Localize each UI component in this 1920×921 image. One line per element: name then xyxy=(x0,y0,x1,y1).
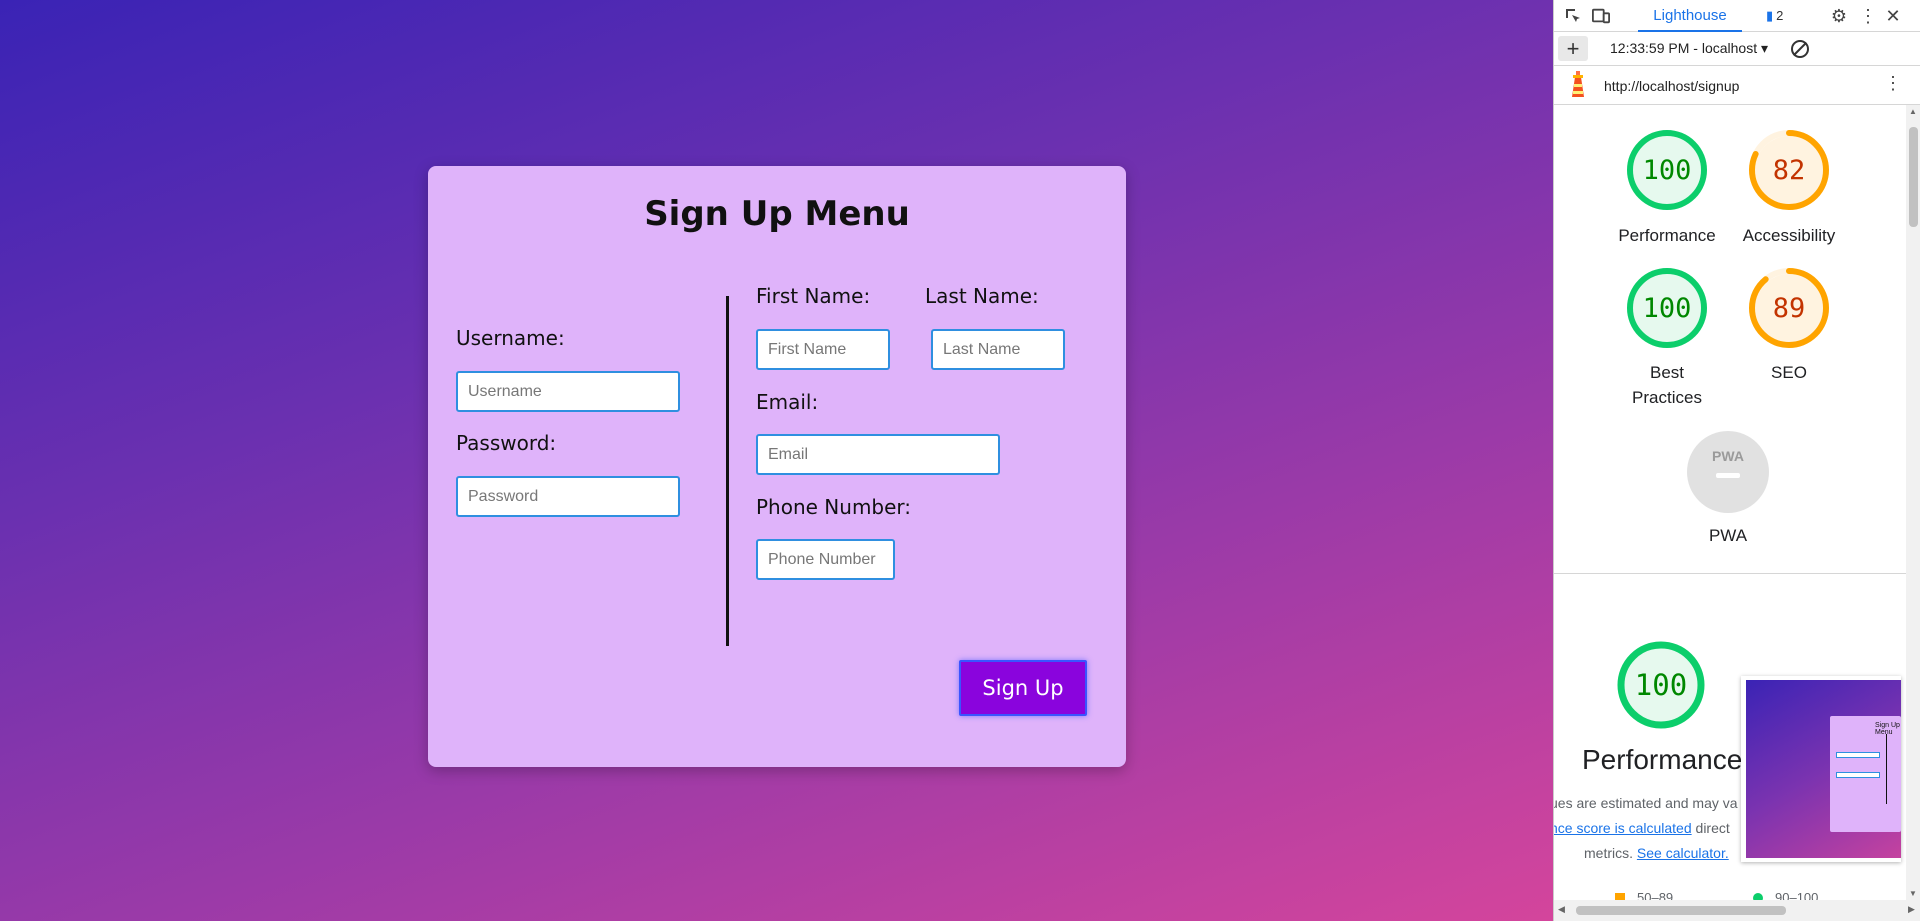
gauge-value: 100 xyxy=(1642,154,1692,186)
performance-gauge[interactable]: 100 xyxy=(1626,129,1708,211)
devtools-panel: Lighthouse ▮ 2 ⚙ ⋮ ✕ + 12:33:59 PM - loca… xyxy=(1553,0,1920,921)
gauge-label: Performance xyxy=(1618,226,1716,245)
report-url: http://localhost/signup xyxy=(1604,78,1740,94)
email-input[interactable] xyxy=(756,434,1000,475)
gauge-value: 82 xyxy=(1772,154,1806,186)
phone-input[interactable] xyxy=(756,539,895,580)
perf-note-line3: metrics. See calculator. xyxy=(1584,845,1729,861)
username-input[interactable] xyxy=(456,371,680,412)
thumbnail-divider xyxy=(1886,734,1887,804)
email-label: Email: xyxy=(756,390,819,414)
section-divider xyxy=(1554,573,1906,574)
gauge-label: PWA xyxy=(1708,526,1748,545)
perf-note-line1: ues are estimated and may va xyxy=(1553,795,1738,811)
clear-block-icon[interactable] xyxy=(1791,40,1809,58)
last-name-label: Last Name: xyxy=(925,284,1039,308)
inspect-element-icon[interactable] xyxy=(1564,7,1582,25)
scroll-up-arrow-icon[interactable]: ▲ xyxy=(1909,107,1917,116)
gauge-value: 89 xyxy=(1772,292,1806,324)
settings-gear-icon[interactable]: ⚙ xyxy=(1830,6,1848,26)
thumbnail-title: Sign Up Menu xyxy=(1875,722,1900,736)
scroll-left-arrow-icon[interactable]: ◀ xyxy=(1558,904,1565,915)
first-name-input[interactable] xyxy=(756,329,890,370)
performance-heading: Performance xyxy=(1582,744,1743,775)
device-toolbar-icon[interactable] xyxy=(1592,7,1610,25)
score-calculated-link[interactable]: nce score is calculated xyxy=(1554,820,1692,836)
gauge-value: 100 xyxy=(1642,292,1692,324)
tab-lighthouse[interactable]: Lighthouse xyxy=(1638,0,1742,32)
report-bar: + 12:33:59 PM - localhost ▾ xyxy=(1554,32,1920,66)
issues-count: 2 xyxy=(1776,8,1784,23)
thumbnail-card: Sign Up Menu xyxy=(1830,716,1901,832)
report-select[interactable]: 12:33:59 PM - localhost ▾ xyxy=(1610,40,1768,57)
scrollbar-thumb[interactable] xyxy=(1909,127,1918,227)
scroll-right-arrow-icon[interactable]: ▶ xyxy=(1908,904,1915,915)
last-name-input[interactable] xyxy=(931,329,1065,370)
gauge-value: 100 xyxy=(1634,668,1688,702)
close-icon[interactable]: ✕ xyxy=(1884,6,1902,26)
pwa-badge-text: PWA xyxy=(1712,448,1744,464)
pwa-dash xyxy=(1716,473,1740,478)
thumbnail-input xyxy=(1836,772,1880,778)
devtools-toolbar: Lighthouse ▮ 2 ⚙ ⋮ ✕ xyxy=(1554,0,1920,32)
perf-note-line2: nce score is calculated direct xyxy=(1554,820,1730,836)
performance-large-gauge: 100 xyxy=(1616,640,1706,730)
issues-badge[interactable]: ▮ 2 xyxy=(1766,8,1783,24)
username-label: Username: xyxy=(456,326,565,350)
signup-button[interactable]: Sign Up xyxy=(959,660,1087,716)
best-practices-gauge[interactable]: 100 xyxy=(1626,267,1708,349)
final-screenshot-thumbnail[interactable]: Sign Up Menu xyxy=(1741,676,1901,862)
thumbnail-input xyxy=(1836,752,1880,758)
see-calculator-link[interactable]: See calculator. xyxy=(1637,845,1729,861)
more-options-icon[interactable]: ⋮ xyxy=(1859,6,1877,26)
seo-gauge[interactable]: 89 xyxy=(1748,267,1830,349)
signup-card: Sign Up Menu Username: Password: First N… xyxy=(428,166,1126,767)
column-divider xyxy=(726,296,729,646)
lighthouse-logo-icon xyxy=(1572,71,1584,97)
thumbnail-image: Sign Up Menu xyxy=(1746,680,1901,858)
scroll-down-arrow-icon[interactable]: ▼ xyxy=(1909,889,1917,898)
vertical-scrollbar[interactable]: ▲ ▼ xyxy=(1906,105,1920,900)
horizontal-scrollbar[interactable]: ◀ ▶ xyxy=(1554,900,1920,921)
perf-note-text: metrics. xyxy=(1584,845,1637,861)
first-name-label: First Name: xyxy=(756,284,871,308)
report-url-bar: http://localhost/signup ⋮ xyxy=(1554,66,1920,105)
message-icon: ▮ xyxy=(1766,8,1774,23)
new-report-plus-icon[interactable]: + xyxy=(1558,36,1588,61)
page-viewport: Sign Up Menu Username: Password: First N… xyxy=(0,0,1553,921)
accessibility-gauge[interactable]: 82 xyxy=(1748,129,1830,211)
perf-note-text: direct xyxy=(1691,820,1730,836)
gauge-label: Accessibility xyxy=(1742,226,1836,245)
password-input[interactable] xyxy=(456,476,680,517)
pwa-gauge[interactable]: PWA xyxy=(1687,431,1769,513)
page-title: Sign Up Menu xyxy=(644,194,910,234)
scrollbar-thumb[interactable] xyxy=(1576,906,1786,915)
report-more-icon[interactable]: ⋮ xyxy=(1884,73,1902,94)
gauge-label: Best Practices xyxy=(1632,363,1702,407)
gauge-label: SEO xyxy=(1771,363,1807,382)
password-label: Password: xyxy=(456,431,557,455)
phone-label: Phone Number: xyxy=(756,495,912,519)
